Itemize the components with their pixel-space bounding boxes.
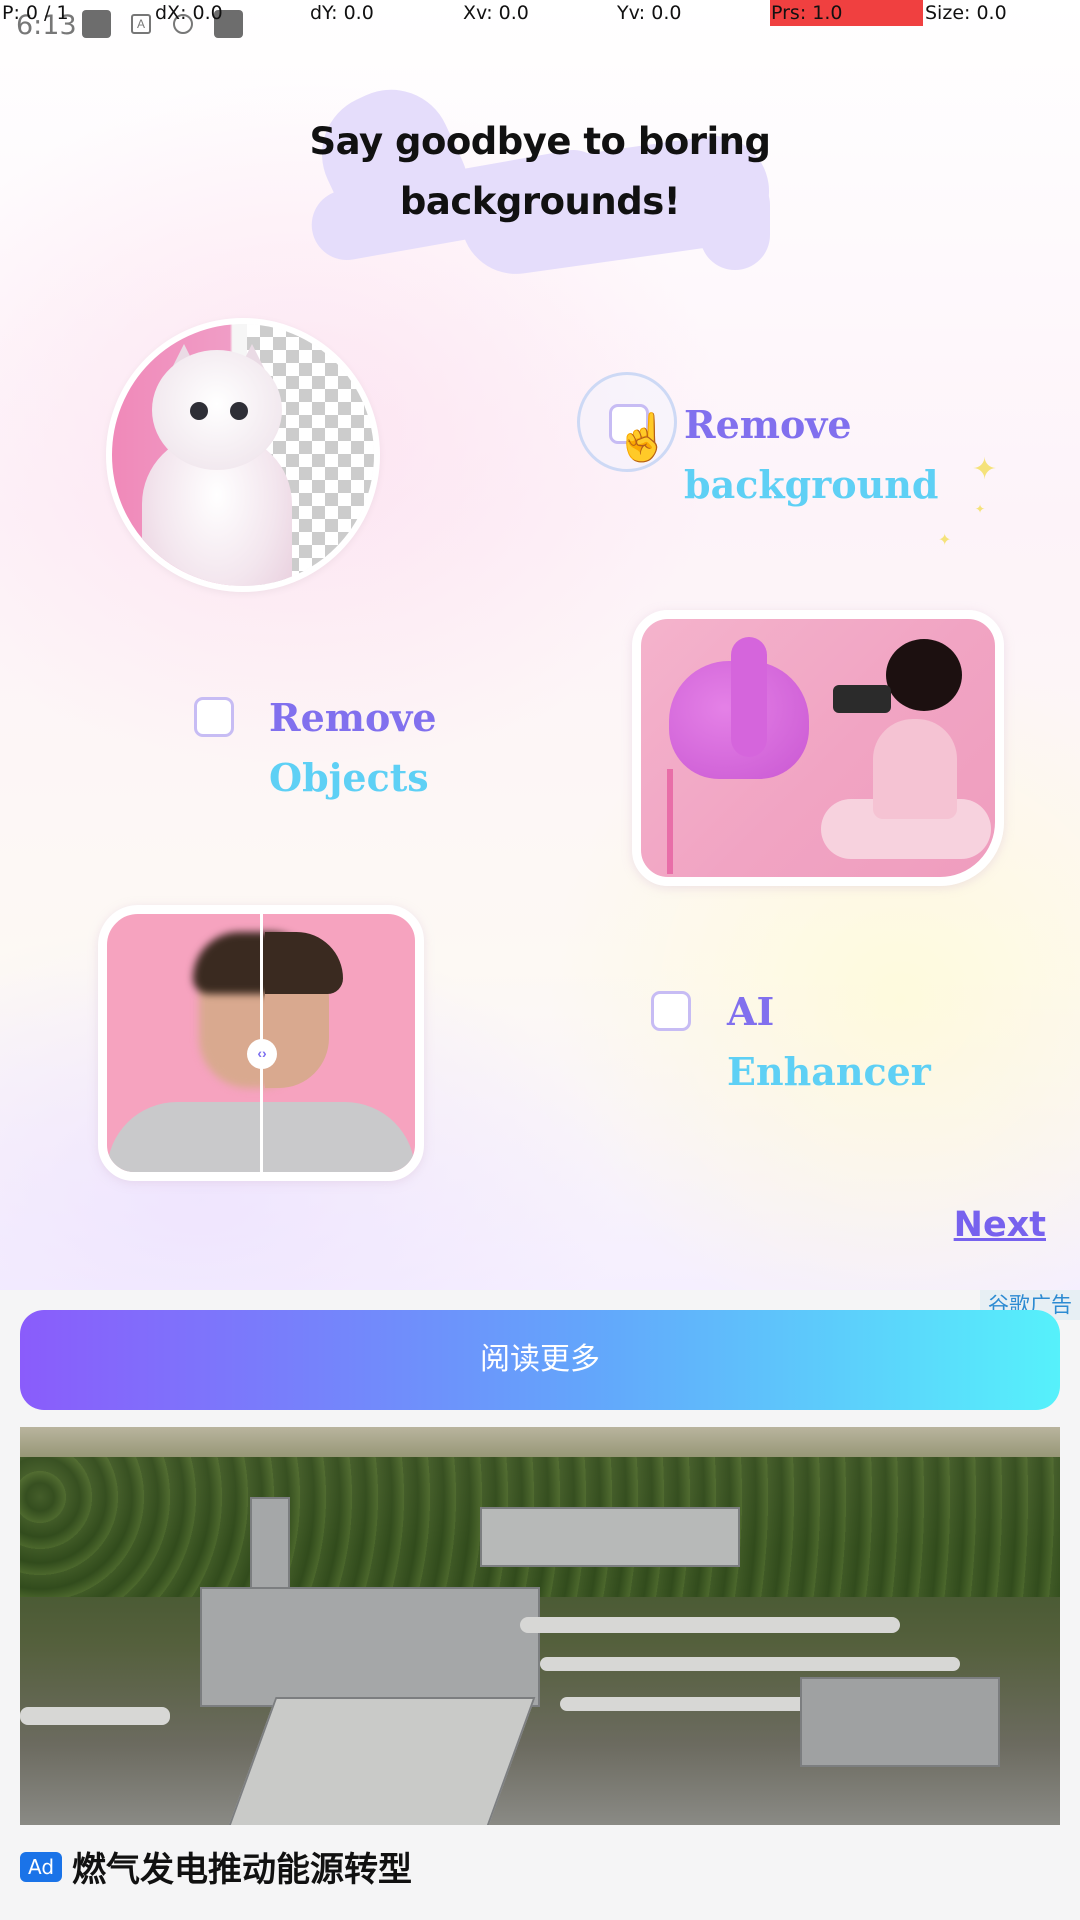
ad-read-more-button[interactable]: 阅读更多 (20, 1310, 1060, 1410)
headline-line-2: backgrounds! (399, 180, 681, 223)
next-button[interactable]: Next (954, 1205, 1046, 1245)
power-plant-building (200, 1587, 540, 1707)
kitten-eye (230, 402, 248, 420)
compare-handle-icon: ‹› (247, 1039, 277, 1069)
pointer-debug-bar: P: 0 / 1 dX: 0.0 dY: 0.0 Xv: 0.0 Yv: 0.0… (0, 0, 1080, 26)
photographer-hair (886, 639, 962, 711)
pipe (520, 1617, 900, 1633)
photographer-body (873, 719, 957, 819)
pointer-size: Size: 0.0 (925, 2, 1007, 24)
feature-label-line2: Objects (269, 755, 429, 800)
pointer-count: P: 0 / 1 (2, 2, 69, 24)
ai-enhancer-preview: ‹› (98, 905, 424, 1181)
sparkle-icon: ✦ (972, 453, 998, 486)
sparkle-icon: ✦ (975, 502, 986, 516)
ai-enhancer-checkbox[interactable] (651, 991, 691, 1031)
ad-title[interactable]: 燃气发电推动能源转型 (72, 1842, 412, 1891)
camera-icon (833, 685, 891, 713)
flamingo-neck (731, 637, 767, 757)
headline-line-1: Say goodbye to boring (309, 120, 771, 163)
feature-label-line1: Remove (269, 695, 437, 740)
feature-remove-background[interactable]: Remove background (684, 395, 938, 515)
power-plant-building (480, 1507, 740, 1567)
kitten-eye (190, 402, 208, 420)
feature-label-line2: background (684, 462, 939, 507)
power-plant-building (800, 1677, 1000, 1767)
pointer-dy: dY: 0.0 (310, 2, 374, 24)
kitten-head (152, 350, 282, 470)
pointer-yv: Yv: 0.0 (617, 2, 682, 24)
ad-footer[interactable]: Ad 燃气发电推动能源转型 (20, 1842, 412, 1891)
power-plant-building (224, 1697, 536, 1825)
remove-background-preview (106, 318, 380, 592)
page-title: Say goodbye to boring backgrounds! (240, 112, 840, 232)
pipe (20, 1707, 170, 1725)
pipe (540, 1657, 960, 1671)
remove-objects-checkbox[interactable] (194, 697, 234, 737)
pointer-dx: dX: 0.0 (155, 2, 223, 24)
pointer-pressure: Prs: 1.0 (771, 2, 843, 24)
onboarding-screen: Say goodbye to boring backgrounds! ☝ Rem… (0, 0, 1080, 1290)
ad-image[interactable] (20, 1427, 1060, 1825)
feature-remove-objects[interactable]: Remove Objects (269, 688, 437, 808)
ad-banner[interactable]: 谷歌广告 阅读更多 Ad 燃气发电推动能源转型 (0, 1290, 1080, 1920)
feature-label-line1: AI (727, 989, 775, 1034)
sparkle-icon: ✦ (938, 532, 952, 549)
pointer-xv: Xv: 0.0 (463, 2, 529, 24)
remove-objects-preview (632, 610, 1004, 886)
feature-ai-enhancer[interactable]: AI Enhancer (727, 982, 931, 1102)
flamingo-stand (667, 769, 673, 874)
feature-label-line1: Remove (684, 402, 852, 447)
ad-label-badge: Ad (20, 1851, 63, 1882)
portrait-hair-sharp (265, 932, 343, 994)
feature-label-line2: Enhancer (727, 1049, 931, 1094)
tap-hand-icon: ☝ (614, 411, 672, 463)
